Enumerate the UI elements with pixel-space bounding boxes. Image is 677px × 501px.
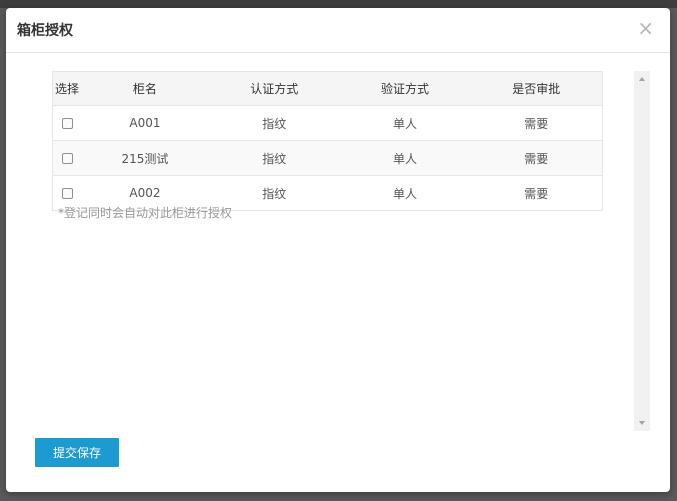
row-select-cell (52, 140, 81, 176)
table-row: A001 指纹 单人 需要 (52, 105, 603, 141)
column-header-auth: 认证方式 (208, 71, 340, 106)
approval-required: 需要 (470, 140, 603, 176)
cabinet-table: 选择 柜名 认证方式 验证方式 是否审批 A001 指纹 单人 需要 215测试… (52, 71, 603, 211)
cabinet-table-container: 选择 柜名 认证方式 验证方式 是否审批 A001 指纹 单人 需要 215测试… (52, 71, 603, 211)
scroll-down-arrow-icon[interactable] (639, 421, 645, 425)
vertical-scrollbar[interactable] (634, 71, 650, 431)
column-header-verify: 验证方式 (339, 71, 471, 106)
auth-method: 指纹 (208, 105, 340, 141)
approval-required: 需要 (470, 175, 603, 211)
column-header-name: 柜名 (81, 71, 209, 106)
backdrop (0, 0, 677, 8)
verify-method: 单人 (339, 105, 471, 141)
auth-method: 指纹 (208, 140, 340, 176)
scroll-up-arrow-icon[interactable] (639, 77, 645, 81)
cabinet-name: 215测试 (81, 140, 209, 176)
close-icon[interactable]: × (637, 18, 654, 38)
table-header-row: 选择 柜名 认证方式 验证方式 是否审批 (52, 71, 603, 106)
column-header-approval: 是否审批 (470, 71, 603, 106)
dialog-title: 箱柜授权 (17, 23, 73, 39)
approval-required: 需要 (470, 105, 603, 141)
submit-save-button[interactable]: 提交保存 (35, 438, 119, 467)
verify-method: 单人 (339, 140, 471, 176)
verify-method: 单人 (339, 175, 471, 211)
row-select-cell (52, 105, 81, 141)
authorization-note: *登记同时会自动对此柜进行授权 (58, 206, 233, 220)
table-row: 215测试 指纹 单人 需要 (52, 140, 603, 176)
dialog-header: 箱柜授权 × (6, 8, 670, 53)
row-checkbox[interactable] (61, 118, 73, 129)
row-checkbox[interactable] (61, 153, 73, 164)
cabinet-name: A001 (81, 105, 209, 141)
row-checkbox[interactable] (61, 188, 73, 199)
column-header-select: 选择 (52, 71, 81, 106)
cabinet-authorization-dialog: 箱柜授权 × 选择 柜名 认证方式 验证方式 是否审批 A001 指纹 单人 需… (6, 8, 670, 492)
